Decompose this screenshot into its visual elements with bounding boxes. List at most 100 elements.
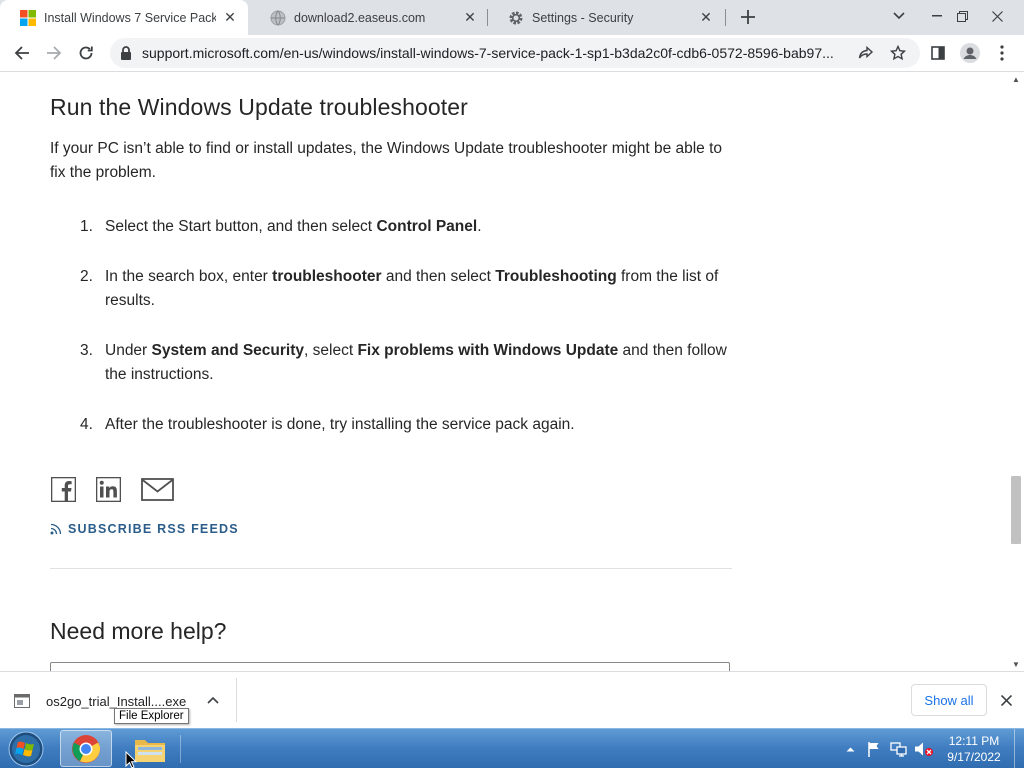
step-number: 2. [80,268,93,285]
tab-title: Install Windows 7 Service Pack 1 [44,10,216,25]
restore-button[interactable] [945,0,979,32]
intro-paragraph: If your PC isn’t able to find or install… [50,140,723,181]
side-panel-button[interactable] [924,39,952,67]
close-window-button[interactable] [980,0,1014,32]
close-tab-icon[interactable]: ✕ [698,9,714,26]
windows-orb-icon [8,731,44,767]
forward-button[interactable] [40,39,68,67]
page-content: Run the Windows Update troubleshooter If… [0,72,1008,671]
system-clock[interactable]: 12:11 PM 9/17/2022 [940,733,1008,765]
tab-title: Settings - Security [532,10,634,25]
volume-muted-icon[interactable] [913,729,935,769]
step-emphasis: Control Panel [376,218,478,235]
download-options-button[interactable] [204,691,222,709]
minimize-icon [932,15,942,17]
taskbar-chrome[interactable] [60,730,112,767]
close-download-bar-button[interactable] [996,690,1016,710]
close-tab-icon[interactable]: ✕ [222,9,238,26]
reload-button[interactable] [72,39,100,67]
show-desktop-button[interactable] [1014,729,1024,769]
linkedin-icon[interactable] [95,476,121,502]
menu-button[interactable] [988,39,1016,67]
taskbar-divider [180,735,181,763]
step-item: 4. After the troubleshooter is done, try … [80,413,740,437]
step-text: Select the Start button, and then select [105,218,377,235]
windows-logo-icon [20,9,36,26]
subscribe-rss-link[interactable]: SUBSCRIBE RSS FEEDS [50,522,239,536]
chevron-down-icon [893,12,905,20]
step-number: 3. [80,342,93,359]
reload-icon [79,46,93,60]
step-emphasis: Troubleshooting [495,268,617,285]
tab-title: download2.easeus.com [294,10,426,25]
step-text: , select [304,342,358,359]
browser-toolbar: support.microsoft.com/en-us/windows/inst… [0,35,1024,72]
steps-list: 1. Select the Start button, and then sele… [80,215,740,463]
clock-time: 12:11 PM [948,734,1000,748]
new-tab-button[interactable] [731,1,765,33]
rss-icon [50,523,62,535]
clock-date: 9/17/2022 [947,750,1001,764]
share-icon[interactable] [856,43,876,63]
kebab-menu-icon [1000,45,1004,61]
plus-icon [741,10,755,24]
chevron-up-icon [846,747,854,752]
step-text: After the troubleshooter is done, try in… [105,416,575,433]
step-number: 4. [80,416,93,433]
step-emphasis: System and Security [151,342,305,359]
divider [50,568,732,569]
step-item: 1. Select the Start button, and then sele… [80,215,740,239]
close-tab-icon[interactable]: ✕ [462,9,478,26]
download-filename: os2go_trial_Install....exe [46,693,187,709]
show-hidden-icons-button[interactable] [843,729,857,769]
exe-file-icon [14,694,30,708]
download-separator [236,678,237,722]
gear-icon [508,10,524,26]
step-emphasis: Fix problems with Windows Update [357,342,619,359]
globe-icon [270,10,286,26]
tab-download2-easeus[interactable]: download2.easeus.com ✕ [250,0,488,35]
chevron-up-icon [207,696,219,704]
tab-install-windows-7[interactable]: Install Windows 7 Service Pack 1 ✕ [0,0,248,35]
url-text[interactable]: support.microsoft.com/en-us/windows/inst… [142,45,847,61]
step-text: . [477,218,482,235]
scroll-down-arrow-icon[interactable]: ▼ [1008,657,1024,671]
start-button[interactable] [6,730,46,768]
need-help-heading: Need more help? [50,618,227,644]
chrome-icon [72,734,101,763]
bookmark-star-icon[interactable] [888,43,908,63]
lock-icon[interactable] [120,46,132,65]
email-icon[interactable] [140,476,174,502]
close-icon [991,10,1003,22]
folder-icon [135,739,165,762]
arrow-left-icon [14,46,29,60]
rss-label: SUBSCRIBE RSS FEEDS [68,522,239,536]
mouse-cursor-icon [125,751,137,769]
file-explorer-tooltip: File Explorer [114,708,189,724]
step-number: 1. [80,218,93,235]
restore-icon [956,10,968,22]
facebook-icon[interactable] [50,476,76,502]
page-scrollbar[interactable]: ▲ ▼ [1008,72,1024,671]
tab-separator [725,9,726,26]
step-item: 3. Under System and Security, select Fix … [80,339,740,387]
section-heading: Run the Windows Update troubleshooter [50,94,468,120]
network-icon[interactable] [889,729,909,769]
scroll-up-arrow-icon[interactable]: ▲ [1008,72,1024,86]
arrow-right-icon [47,46,62,60]
side-panel-icon [931,46,945,60]
address-bar[interactable]: support.microsoft.com/en-us/windows/inst… [110,38,920,68]
show-all-button[interactable]: Show all [911,684,987,716]
step-text: In the search box, enter [105,268,273,285]
scrollbar-thumb[interactable] [1011,476,1021,544]
action-center-flag-icon[interactable] [864,729,884,769]
step-text: and then select [381,268,496,285]
step-text: Under [105,342,152,359]
avatar-icon [960,43,980,63]
tab-settings-security[interactable]: Settings - Security ✕ [488,0,724,35]
tab-search-button[interactable] [882,0,916,32]
help-search-box[interactable] [50,662,730,671]
back-button[interactable] [8,39,36,67]
tab-strip: Install Windows 7 Service Pack 1 ✕ downl… [0,0,1024,35]
profile-button[interactable] [956,39,984,67]
